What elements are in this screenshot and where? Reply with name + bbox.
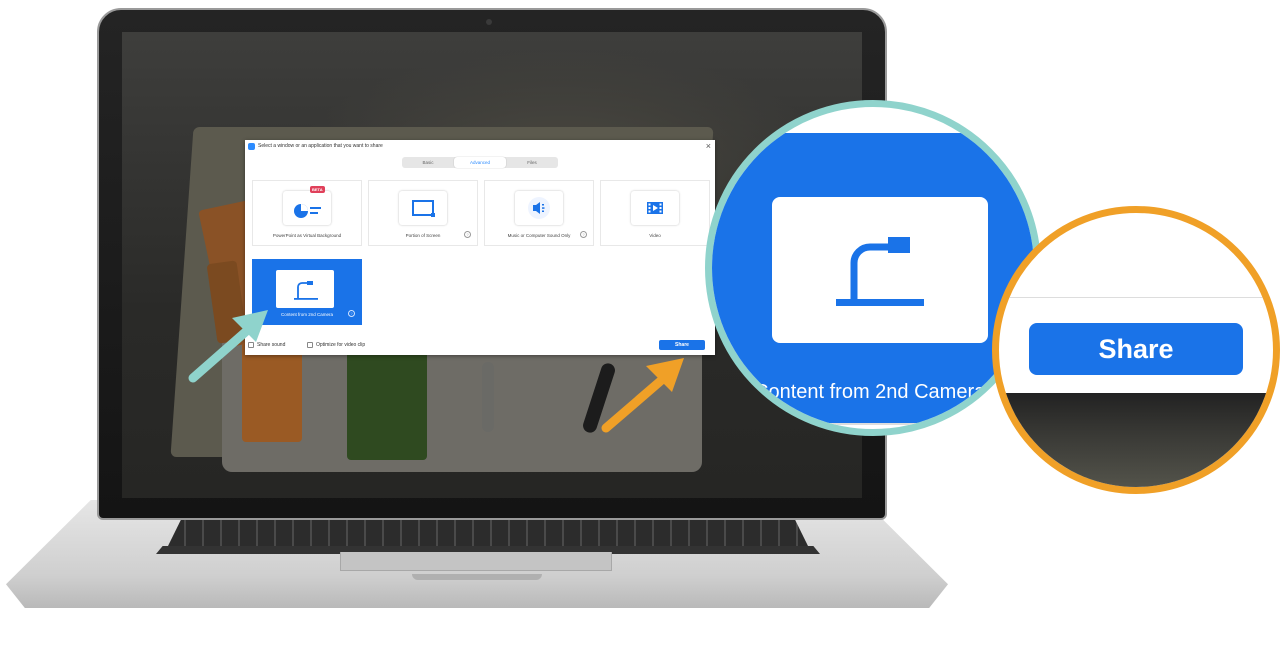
laptop-trackpad: [340, 552, 612, 571]
option-thumbnail: [283, 191, 331, 225]
zoom-callout-camera: Content from 2nd Camera: [705, 100, 1041, 436]
webcam: [486, 19, 492, 25]
speaker-icon: [528, 197, 550, 219]
checkbox-box[interactable]: [307, 342, 313, 348]
optimize-video-clip-checkbox[interactable]: Optimize for video clip: [307, 342, 365, 348]
help-icon[interactable]: ?: [348, 310, 355, 317]
option-thumbnail: [276, 270, 334, 308]
share-button[interactable]: Share: [659, 340, 705, 350]
help-icon[interactable]: ?: [464, 231, 471, 238]
zoom-divider: [999, 297, 1273, 298]
option-label: Portion of Screen: [405, 233, 441, 238]
camera-object-orange-2: [242, 342, 302, 442]
dialog-title: Select a window or an application that y…: [258, 143, 383, 149]
camera-peg: [482, 362, 494, 432]
checkbox-label: Optimize for video clip: [316, 342, 366, 348]
option-thumbnail: [399, 191, 447, 225]
document-camera-icon: [294, 281, 318, 300]
close-icon[interactable]: ×: [706, 141, 711, 151]
checkbox-label: Share sound: [257, 342, 286, 348]
option-powerpoint-virtual-background[interactable]: BETA PowerPoint as Virtual Background: [252, 180, 362, 246]
zoom-selected-tile: Content from 2nd Camera: [712, 133, 1034, 423]
laptop-keyboard: [168, 520, 808, 546]
laptop-notch: [412, 574, 542, 580]
share-sound-checkbox[interactable]: Share sound: [248, 342, 285, 348]
screen-portion-icon: [412, 200, 435, 217]
zoom-callout-share: Share: [992, 206, 1280, 494]
option-video[interactable]: Video: [600, 180, 710, 246]
help-icon[interactable]: ?: [580, 231, 587, 238]
option-label: PowerPoint as Virtual Background: [272, 233, 342, 238]
option-label: Video: [649, 233, 661, 238]
option-content-from-2nd-camera[interactable]: Content from 2nd Camera ?: [252, 259, 362, 325]
zoom-share-button[interactable]: Share: [1029, 323, 1243, 375]
zoom-camera-label: Content from 2nd Camera: [754, 381, 986, 403]
zoom-divider: [712, 423, 1034, 425]
tab-basic[interactable]: Basic: [402, 157, 454, 168]
share-dialog: Select a window or an application that y…: [245, 140, 715, 355]
document-camera-icon: [836, 237, 924, 306]
zoom-logo-icon: [248, 143, 255, 150]
beta-badge: BETA: [310, 186, 325, 193]
option-thumbnail: [515, 191, 563, 225]
video-icon: [647, 202, 663, 214]
checkbox-box[interactable]: [248, 342, 254, 348]
dialog-title-bar: Select a window or an application that y…: [245, 140, 715, 154]
powerpoint-icon: [294, 204, 321, 218]
option-computer-sound[interactable]: Music or Computer Sound Only ?: [484, 180, 594, 246]
option-label: Music or Computer Sound Only: [507, 233, 571, 238]
zoom-camera-background: [999, 393, 1273, 487]
tab-advanced[interactable]: Advanced: [454, 157, 506, 168]
option-portion-of-screen[interactable]: Portion of Screen ?: [368, 180, 478, 246]
option-label: Content from 2nd Camera: [280, 312, 334, 317]
zoom-thumbnail: [772, 197, 988, 343]
tab-files[interactable]: Files: [506, 157, 558, 168]
camera-object-green: [347, 350, 427, 460]
share-tabs: Basic Advanced Files: [402, 157, 558, 168]
option-thumbnail: [631, 191, 679, 225]
